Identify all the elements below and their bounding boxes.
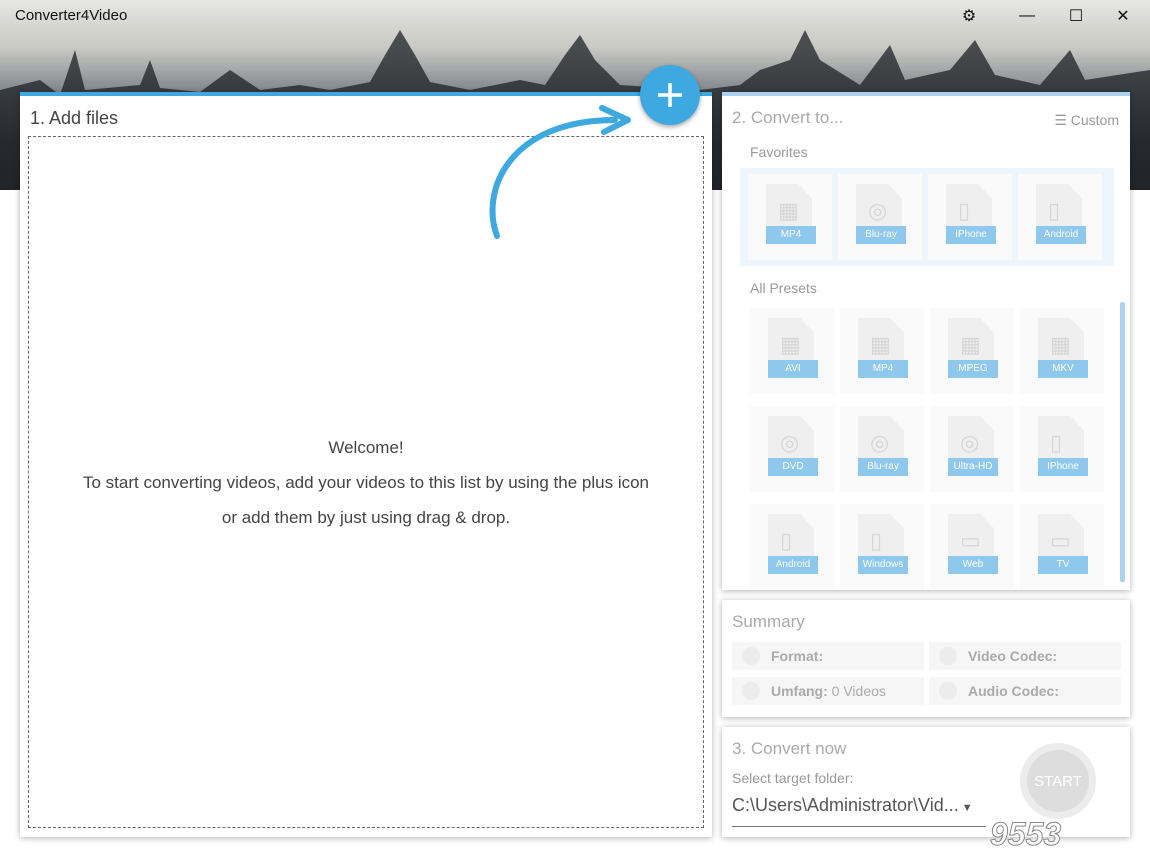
preset-tile[interactable]: ▯ IPhone (928, 174, 1012, 260)
disc-icon: ◎ (960, 430, 980, 455)
convert-to-panel: 2. Convert to... ☰ Custom Favorites ▦ MP4… (722, 92, 1130, 590)
start-label: START (1027, 750, 1089, 812)
summary-video-codec: Video Codec: (929, 642, 1121, 670)
preset-tile[interactable]: ◎ Ultra-HD (930, 406, 1014, 492)
preset-label: Blu-ray (858, 458, 908, 476)
preset-label: Blu-ray (856, 226, 906, 244)
maximize-button[interactable]: ☐ (1061, 4, 1091, 28)
welcome-text: Welcome! (328, 437, 404, 457)
hint-arrow-icon (489, 105, 631, 239)
target-folder-dropdown[interactable]: C:\Users\Administrator\Vid... ▼ (732, 795, 986, 827)
android-phone-icon: ▯ (1048, 198, 1061, 223)
plus-icon (658, 83, 682, 107)
folder-label: Select target folder: (732, 770, 854, 786)
preset-tile[interactable]: ▦ MPEG (930, 308, 1014, 394)
check-icon (742, 682, 760, 700)
apple-phone-icon: ▯ (1050, 430, 1063, 455)
film-icon: ▦ (1050, 332, 1071, 357)
add-files-heading: 1. Add files (30, 108, 119, 128)
instruction-line-1: To start converting videos, add your vid… (82, 472, 650, 492)
android-phone-icon: ▯ (780, 528, 793, 553)
check-icon (939, 682, 957, 700)
summary-umfang: Umfang: 0 Videos (732, 677, 924, 705)
preset-label: IPhone (946, 226, 996, 244)
film-icon: ▦ (780, 332, 801, 357)
preset-label: MPEG (948, 360, 998, 378)
film-icon: ▦ (870, 332, 891, 357)
minimize-button[interactable]: — (1012, 4, 1042, 28)
title-bar: Converter4Video ⚙ — ☐ ✕ (0, 0, 1150, 32)
preset-label: MP4 (858, 360, 908, 378)
preset-tile[interactable]: ▦ MP4 (840, 308, 924, 394)
preset-label: Android (1036, 226, 1086, 244)
settings-gear-icon[interactable]: ⚙ (954, 4, 984, 28)
preset-tile[interactable]: ▯ Android (750, 504, 834, 590)
summary-panel: Summary Format: Video Codec: Umfang: 0 V… (722, 600, 1130, 717)
folder-value: C:\Users\Administrator\Vid... (732, 795, 959, 815)
check-icon (742, 647, 760, 665)
disc-icon: ◎ (868, 198, 888, 223)
summary-audio-codec: Audio Codec: (929, 677, 1121, 705)
window-title: Converter4Video (15, 7, 128, 24)
custom-label: Custom (1070, 112, 1119, 128)
favorites-label: Favorites (750, 144, 808, 160)
film-icon: ▦ (960, 332, 981, 357)
convert-to-heading: 2. Convert to... (732, 108, 844, 127)
preset-tile[interactable]: ◎ Blu-ray (838, 174, 922, 260)
preset-label: AVI (768, 360, 818, 378)
preset-label: TV (1038, 556, 1088, 574)
preset-tile[interactable]: ▯ IPhone (1020, 406, 1104, 492)
tv-icon: ▭ (1050, 528, 1071, 553)
preset-label: MKV (1038, 360, 1088, 378)
all-presets-label: All Presets (750, 280, 817, 296)
favorites-grid: ▦ MP4 ◎ Blu-ray ▯ IPhone ▯ Android (740, 168, 1114, 266)
preset-tile[interactable]: ▭ TV (1020, 504, 1104, 590)
summary-heading: Summary (732, 612, 805, 631)
preset-label: MP4 (766, 226, 816, 244)
instruction-line-2: or add them by just using drag & drop. (221, 507, 511, 527)
preset-tile[interactable]: ▦ MKV (1020, 308, 1104, 394)
film-icon: ▦ (778, 198, 799, 223)
preset-label: Android (768, 556, 818, 574)
preset-tile[interactable]: ◎ Blu-ray (840, 406, 924, 492)
disc-icon: ◎ (870, 430, 890, 455)
close-button[interactable]: ✕ (1108, 4, 1138, 28)
preset-label: Windows (858, 556, 908, 574)
menu-icon: ☰ (1054, 112, 1071, 128)
preset-tile[interactable]: ▭ Web (930, 504, 1014, 590)
windows-phone-icon: ▯ (870, 528, 883, 553)
start-button[interactable]: START (1020, 743, 1096, 819)
preset-label: Ultra-HD (948, 458, 998, 476)
disc-icon: ◎ (780, 430, 800, 455)
check-icon (939, 647, 957, 665)
preset-tile[interactable]: ▦ AVI (750, 308, 834, 394)
preset-tile[interactable]: ◎ DVD (750, 406, 834, 492)
add-files-button[interactable] (640, 65, 700, 125)
web-icon: ▭ (960, 528, 981, 553)
preset-label: DVD (768, 458, 818, 476)
dropdown-arrow-icon: ▼ (958, 802, 973, 814)
apple-phone-icon: ▯ (958, 198, 971, 223)
preset-tile[interactable]: ▯ Android (1018, 174, 1102, 260)
watermark-logo: 9553 (989, 816, 1062, 853)
preset-tile[interactable]: ▦ MP4 (748, 174, 832, 260)
preset-label: IPhone (1038, 458, 1088, 476)
custom-button[interactable]: ☰ Custom (1054, 112, 1119, 129)
convert-now-heading: 3. Convert now (732, 739, 847, 758)
convert-now-panel: 3. Convert now Select target folder: C:\… (722, 727, 1130, 837)
preset-label: Web (948, 556, 998, 574)
summary-format: Format: (732, 642, 924, 670)
presets-scrollbar[interactable] (1120, 302, 1125, 582)
preset-tile[interactable]: ▯ Windows (840, 504, 924, 590)
